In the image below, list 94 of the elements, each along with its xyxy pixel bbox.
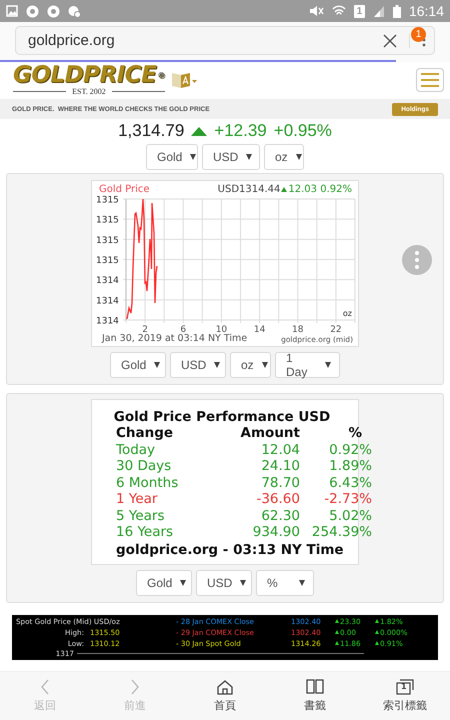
axis-label: 22 bbox=[330, 325, 342, 335]
nav-button[interactable]: 首頁 bbox=[180, 672, 270, 720]
dropdown[interactable]: oz bbox=[230, 352, 271, 378]
close-icon[interactable] bbox=[383, 34, 397, 48]
nav-button[interactable]: 書籤 bbox=[270, 672, 360, 720]
caret-icon bbox=[190, 154, 196, 160]
axis-label: 1315 bbox=[96, 196, 119, 206]
percent-cell-text: 6.43% bbox=[328, 474, 372, 491]
back-icon bbox=[40, 679, 50, 695]
wifi-icon bbox=[332, 5, 346, 17]
column-header: Change bbox=[116, 425, 174, 442]
sim-icon: 1 bbox=[354, 4, 365, 18]
amount-cell-text: 12.04 bbox=[260, 442, 300, 458]
price-change: +12.39 bbox=[214, 121, 267, 141]
column-header: Amount bbox=[240, 425, 300, 442]
chart-quote: USD1314.44 bbox=[218, 184, 280, 195]
axis-label: 1314 bbox=[96, 316, 119, 326]
axis-label: 2 bbox=[142, 325, 148, 335]
amount-cell-text: -36.60 bbox=[255, 491, 300, 508]
period-cell-text: 5 Years bbox=[116, 508, 166, 524]
axis-label: 1314 bbox=[96, 276, 119, 286]
chart-timestamp: Jan 30, 2019 at 03:14 NY Time bbox=[102, 333, 248, 344]
site-logo[interactable]: GOLDPRICE® bbox=[13, 64, 165, 87]
caret-icon bbox=[325, 362, 331, 368]
image-icon bbox=[6, 5, 18, 17]
axis-label: 10 bbox=[216, 325, 228, 335]
up-arrow-icon bbox=[335, 619, 339, 623]
performance-footer: goldprice.org - 03:13 NY Time bbox=[116, 540, 358, 558]
amount-cell-text: 78.70 bbox=[260, 474, 300, 491]
clock-time: 16:14 bbox=[408, 3, 444, 19]
battery-icon bbox=[392, 4, 401, 18]
url-text: goldprice.org bbox=[28, 32, 116, 49]
notification-icon bbox=[68, 4, 81, 18]
performance-title: Gold Price Performance USD bbox=[112, 409, 332, 425]
dropdown[interactable]: USD bbox=[170, 352, 226, 378]
axis-label: 1315 bbox=[96, 236, 119, 246]
signal-icon bbox=[372, 5, 385, 17]
chart-percent: 0.92% bbox=[320, 184, 352, 195]
up-arrow-icon bbox=[375, 619, 379, 623]
dropdown[interactable]: Gold bbox=[110, 352, 166, 378]
dropdown[interactable]: USD bbox=[196, 570, 252, 596]
period-cell-text: Today bbox=[116, 442, 156, 458]
dropdown[interactable]: USD bbox=[202, 144, 260, 170]
axis-label: 6 bbox=[180, 325, 186, 335]
established-text: EST. 2002 bbox=[72, 87, 106, 96]
caret-icon bbox=[154, 362, 160, 368]
period-cell-text: 30 Days bbox=[116, 458, 172, 474]
up-arrow-icon bbox=[335, 630, 339, 634]
menu-button[interactable] bbox=[416, 68, 444, 92]
up-arrow-icon bbox=[375, 641, 379, 645]
browser-icon bbox=[47, 4, 60, 18]
dropdown[interactable]: Gold bbox=[146, 144, 198, 170]
axis-label: 1314 bbox=[96, 296, 119, 306]
caret-icon bbox=[296, 154, 302, 160]
period-cell-text: 6 Months bbox=[116, 474, 180, 491]
caret-icon bbox=[246, 154, 252, 160]
dropdown[interactable]: 1 Day bbox=[275, 352, 340, 378]
period-cell-text: 1 Year bbox=[116, 491, 158, 508]
amount-cell-text: 62.30 bbox=[260, 508, 300, 524]
percent-cell-text: 1.89% bbox=[328, 458, 372, 474]
axis-label: 1315 bbox=[96, 216, 119, 226]
caret-icon bbox=[262, 362, 268, 368]
caret-icon bbox=[180, 580, 186, 586]
percent-cell-text: 5.02% bbox=[328, 508, 372, 524]
percent-cell-text: 0.92% bbox=[328, 442, 372, 458]
column-header: % bbox=[347, 425, 363, 442]
up-arrow-icon bbox=[335, 641, 339, 645]
up-arrow-icon bbox=[375, 630, 379, 634]
mute-icon bbox=[308, 5, 324, 17]
forward-icon bbox=[130, 679, 140, 695]
home-icon bbox=[216, 679, 234, 695]
caret-icon bbox=[299, 580, 305, 586]
dropdown[interactable]: Gold bbox=[136, 570, 192, 596]
browser-icon bbox=[26, 4, 39, 18]
dropdown[interactable]: oz bbox=[264, 144, 304, 170]
amount-cell-text: 24.10 bbox=[260, 458, 300, 474]
caret-icon bbox=[240, 580, 246, 586]
caret-icon bbox=[214, 362, 220, 368]
axis-label: 1315 bbox=[96, 256, 119, 266]
percent-change: +0.95% bbox=[274, 121, 332, 141]
period-cell-text: 16 Years bbox=[116, 524, 174, 540]
dropdown[interactable]: % bbox=[256, 570, 314, 596]
book-icon bbox=[306, 679, 324, 695]
chart-title: Gold Price bbox=[99, 184, 150, 195]
translate-icon[interactable] bbox=[170, 71, 197, 89]
chart-change: 12.03 bbox=[288, 184, 318, 195]
spot-price: 1,314.79 bbox=[118, 121, 184, 141]
percent-cell-text: 254.39% bbox=[310, 524, 372, 540]
unit-label: oz bbox=[342, 309, 352, 318]
axis-label: 14 bbox=[254, 325, 266, 335]
amount-cell-text: 934.90 bbox=[252, 524, 300, 540]
percent-cell-text: -2.73% bbox=[323, 491, 372, 508]
more-button[interactable] bbox=[402, 245, 432, 275]
axis-label: 18 bbox=[292, 325, 304, 335]
